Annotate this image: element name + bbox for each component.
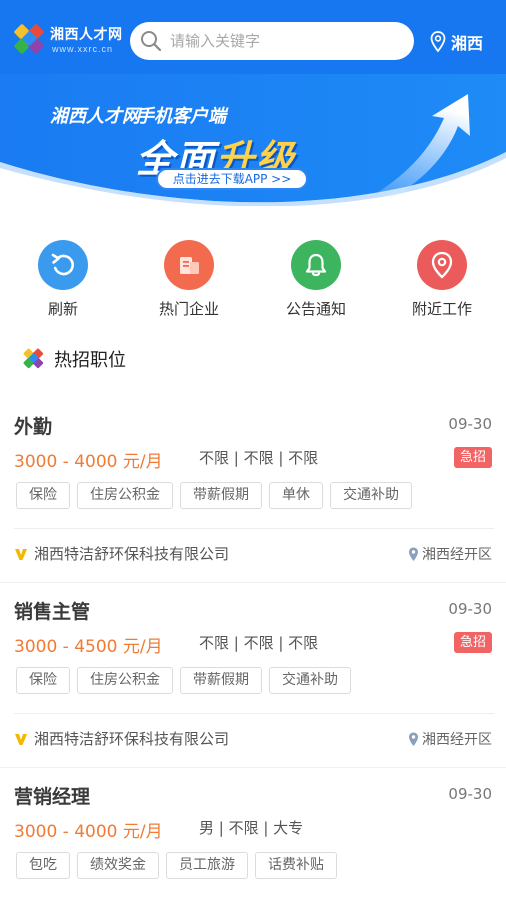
map-pin-icon — [430, 31, 446, 53]
search-bar[interactable] — [130, 22, 414, 60]
logo-url: www.xxrc.cn — [52, 44, 114, 54]
benefit-tag: 保险 — [16, 482, 70, 509]
map-pin-icon — [409, 732, 418, 746]
verified-v-icon — [15, 733, 27, 745]
job-date: 09-30 — [448, 415, 492, 433]
area-name: 湘西经开区 — [422, 732, 492, 748]
banner-client-text: 手机客户端 — [136, 106, 226, 127]
job-location: 湘西经开区 — [408, 544, 492, 564]
quick-nav-hot-companies[interactable]: 热门企业 — [139, 236, 239, 319]
job-benefit-tags: 保险 住房公积金 带薪假期 交通补助 — [16, 667, 358, 694]
benefit-tag: 交通补助 — [269, 667, 351, 694]
quick-nav-nearby-jobs[interactable]: 附近工作 — [392, 236, 492, 319]
job-salary: 3000 - 4000 元/月 — [14, 452, 163, 472]
top-header: 湘西人才网 www.xxrc.cn 湘西 — [0, 0, 506, 74]
company-name: 湘西特洁舒环保科技有限公司 — [34, 730, 230, 748]
divider — [0, 767, 506, 768]
site-logo[interactable]: 湘西人才网 www.xxrc.cn — [12, 20, 122, 62]
benefit-tag: 住房公积金 — [77, 482, 173, 509]
divider — [0, 582, 506, 583]
building-icon — [164, 240, 214, 290]
job-requirements: 不限 | 不限 | 不限 — [199, 449, 319, 467]
benefit-tag: 保险 — [16, 667, 70, 694]
divider — [14, 528, 494, 529]
quick-nav-label: 附近工作 — [411, 300, 472, 318]
benefit-tag: 单休 — [269, 482, 323, 509]
map-pin-icon — [409, 547, 418, 561]
banner-brand: 湘西人才网 — [50, 106, 140, 127]
job-date: 09-30 — [448, 785, 492, 803]
quick-nav-label: 刷新 — [47, 300, 78, 318]
benefit-tag: 交通补助 — [330, 482, 412, 509]
job-requirements: 男 | 不限 | 大专 — [199, 819, 304, 837]
company-link[interactable]: 湘西特洁舒环保科技有限公司 — [14, 543, 229, 564]
benefit-tag: 带薪假期 — [180, 667, 262, 694]
search-icon — [141, 31, 162, 52]
verified-v-icon — [15, 548, 27, 560]
benefit-tag: 带薪假期 — [180, 482, 262, 509]
urgent-badge: 急招 — [454, 632, 492, 653]
job-benefit-tags: 保险 住房公积金 带薪假期 单休 交通补助 — [16, 482, 419, 509]
benefit-tag: 话费补贴 — [255, 852, 337, 879]
download-app-button[interactable]: 点击进去下载APP >> — [156, 168, 308, 190]
job-requirements: 不限 | 不限 | 不限 — [199, 634, 319, 652]
location-selector[interactable]: 湘西 — [430, 28, 483, 56]
quick-nav-label: 公告通知 — [285, 300, 346, 318]
benefit-tag: 住房公积金 — [77, 667, 173, 694]
search-input[interactable] — [170, 22, 406, 60]
job-salary: 3000 - 4500 元/月 — [14, 637, 163, 657]
job-salary: 3000 - 4000 元/月 — [14, 822, 163, 842]
logo-mark-icon — [14, 24, 44, 54]
quick-nav-label: 热门企业 — [158, 300, 219, 318]
urgent-badge: 急招 — [454, 447, 492, 468]
job-benefit-tags: 包吃 绩效奖金 员工旅游 话费补贴 — [16, 852, 344, 879]
location-pin-icon — [417, 240, 467, 290]
company-link[interactable]: 湘西特洁舒环保科技有限公司 — [14, 728, 229, 749]
section-title: 热招职位 — [54, 350, 126, 371]
quick-nav-refresh[interactable]: 刷新 — [13, 236, 113, 319]
job-title: 外勤 — [14, 416, 53, 438]
quick-nav: 刷新 热门企业 公告通知 附近工作 — [0, 236, 506, 326]
job-date: 09-30 — [448, 600, 492, 618]
hot-jobs-header: 热招职位 — [22, 346, 126, 372]
benefit-tag: 员工旅游 — [166, 852, 248, 879]
area-name: 湘西经开区 — [422, 547, 492, 563]
job-location: 湘西经开区 — [408, 729, 492, 749]
logo-mark-icon — [23, 348, 44, 369]
bell-icon — [291, 240, 341, 290]
app-download-banner[interactable]: 湘西人才网 手机客户端 全面升级 点击进去下载APP >> — [0, 74, 506, 206]
logo-title: 湘西人才网 — [50, 27, 123, 43]
benefit-tag: 包吃 — [16, 852, 70, 879]
refresh-icon — [38, 240, 88, 290]
job-title: 销售主管 — [14, 601, 91, 623]
benefit-tag: 绩效奖金 — [77, 852, 159, 879]
company-name: 湘西特洁舒环保科技有限公司 — [34, 545, 230, 563]
divider — [14, 713, 494, 714]
location-label: 湘西 — [451, 34, 484, 53]
quick-nav-announcements[interactable]: 公告通知 — [266, 236, 366, 319]
job-title: 营销经理 — [14, 786, 91, 808]
